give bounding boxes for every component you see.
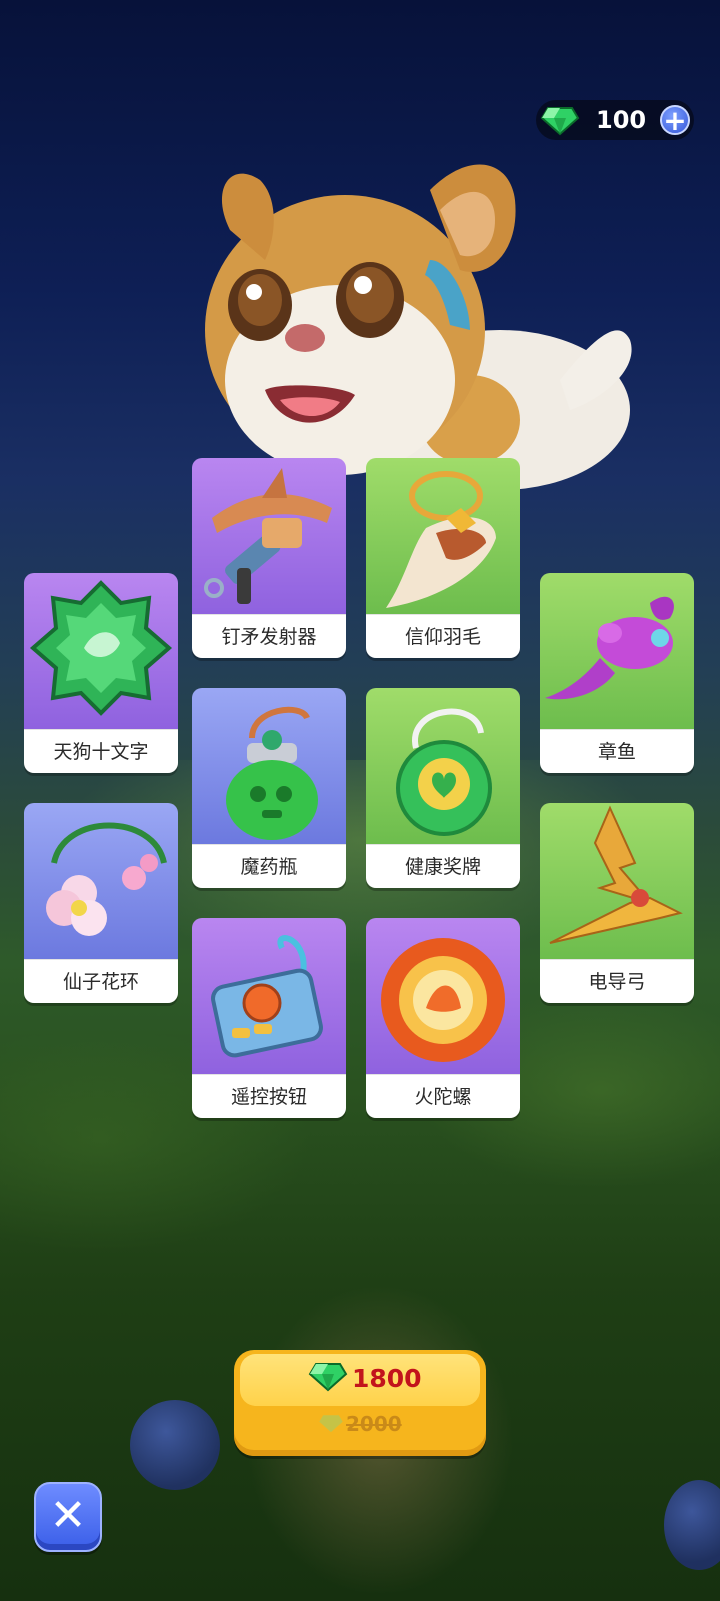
dog-character [205, 164, 632, 490]
conductive-bow-icon [540, 803, 694, 959]
fairy-wreath-icon [24, 803, 178, 959]
item-card[interactable]: 魔药瓶 [192, 688, 346, 888]
item-card[interactable]: 天狗十文字 [24, 573, 178, 773]
item-card[interactable]: 仙子花环 [24, 803, 178, 1003]
item-name: 健康奖牌 [366, 844, 520, 888]
item-card[interactable]: 电导弓 [540, 803, 694, 1003]
gem-balance: 100 + [536, 100, 694, 140]
item-name: 信仰羽毛 [366, 614, 520, 658]
potion-bottle-icon [192, 688, 346, 844]
item-name: 章鱼 [540, 729, 694, 773]
add-gems-button[interactable]: + [660, 105, 690, 135]
item-card[interactable]: 火陀螺 [366, 918, 520, 1118]
remote-button-icon [192, 918, 346, 1074]
current-price: 1800 [352, 1364, 422, 1393]
item-name: 魔药瓶 [192, 844, 346, 888]
nail-launcher-icon [192, 458, 346, 614]
item-card[interactable]: 钉矛发射器 [192, 458, 346, 658]
item-name: 天狗十文字 [24, 729, 178, 773]
close-button[interactable]: ✕ [34, 1482, 102, 1552]
item-card[interactable]: 健康奖牌 [366, 688, 520, 888]
gem-icon [319, 1415, 343, 1433]
original-price: 2000 [346, 1412, 402, 1436]
faith-feather-icon [366, 458, 520, 614]
item-name: 遥控按钮 [192, 1074, 346, 1118]
health-medal-icon [366, 688, 520, 844]
fire-top-icon [366, 918, 520, 1074]
octopus-icon [540, 573, 694, 729]
tengu-cross-icon [24, 573, 178, 729]
gem-amount: 100 [596, 106, 647, 134]
close-icon: ✕ [49, 1490, 87, 1541]
item-name: 仙子花环 [24, 959, 178, 1003]
gem-icon [308, 1363, 348, 1392]
item-name: 电导弓 [540, 959, 694, 1003]
item-name: 火陀螺 [366, 1074, 520, 1118]
item-name: 钉矛发射器 [192, 614, 346, 658]
purchase-button[interactable]: 1800 2000 [234, 1350, 486, 1456]
item-card[interactable]: 章鱼 [540, 573, 694, 773]
item-card[interactable]: 遥控按钮 [192, 918, 346, 1118]
gem-icon [540, 107, 580, 136]
item-card[interactable]: 信仰羽毛 [366, 458, 520, 658]
flower-bush [130, 1400, 220, 1490]
